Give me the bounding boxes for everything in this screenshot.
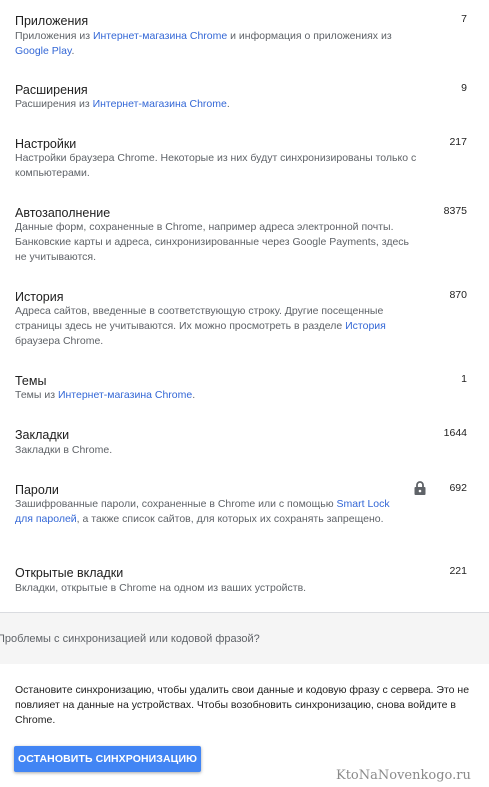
item-count: 692 <box>449 482 467 494</box>
stop-sync-description: Остановите синхронизацию, чтобы удалить … <box>15 684 470 726</box>
item-title: Пароли <box>15 483 59 497</box>
item-description: Вкладки, открытые в Chrome на одном из в… <box>15 581 420 596</box>
item-title: История <box>15 290 64 304</box>
description-text: Данные форм, сохраненные в Chrome, напри… <box>15 221 410 263</box>
description-text: Приложения из <box>15 30 93 42</box>
item-title: Расширения <box>15 83 88 97</box>
item-description: Закладки в Chrome. <box>15 443 420 458</box>
sync-problems-link[interactable]: Проблемы с синхронизацией или кодовой фр… <box>0 632 260 646</box>
item-title: Темы <box>15 374 47 388</box>
item-count: 870 <box>449 289 467 301</box>
description-text: . <box>71 45 75 57</box>
item-description: Зашифрованные пароли, сохраненные в Chro… <box>15 497 395 527</box>
description-text: Настройки браузера Chrome. Некоторые из … <box>15 152 417 179</box>
description-text: Адреса сайтов, введенные в соответствующ… <box>15 305 384 332</box>
item-count: 1644 <box>443 427 467 439</box>
stop-sync-button[interactable]: ОСТАНОВИТЬ СИНХРОНИЗАЦИЮ <box>14 746 201 772</box>
item-count: 1 <box>461 373 467 385</box>
item-title: Открытые вкладки <box>15 566 124 580</box>
description-text: . <box>226 98 230 110</box>
description-text: Зашифрованные пароли, сохраненные в Chro… <box>15 498 337 510</box>
item-count: 221 <box>449 565 467 577</box>
description-text: Вкладки, открытые в Chrome на одном из в… <box>15 582 307 594</box>
item-count: 8375 <box>443 205 467 217</box>
description-text: . <box>192 389 196 401</box>
item-count: 217 <box>449 136 467 148</box>
item-description: Настройки браузера Chrome. Некоторые из … <box>15 151 420 181</box>
description-link[interactable]: Интернет-магазина Chrome <box>93 98 227 110</box>
item-title: Приложения <box>15 14 89 28</box>
item-count: 9 <box>461 82 467 94</box>
item-title: Автозаполнение <box>15 206 111 220</box>
description-text: браузера Chrome. <box>15 335 104 347</box>
description-text: Расширения из <box>15 98 93 110</box>
item-title: Закладки <box>15 428 70 442</box>
item-description: Темы из Интернет-магазина Chrome. <box>15 388 420 403</box>
item-count: 7 <box>461 13 467 25</box>
description-link[interactable]: История <box>345 320 386 332</box>
description-text: и информация о приложениях из <box>227 30 392 42</box>
description-link[interactable]: Google Play <box>15 45 71 57</box>
item-description: Адреса сайтов, введенные в соответствующ… <box>15 304 420 349</box>
item-description: Расширения из Интернет-магазина Chrome. <box>15 97 420 112</box>
description-link[interactable]: Интернет-магазина Chrome <box>93 30 227 42</box>
item-description: Приложения из Интернет-магазина Chrome и… <box>15 29 420 59</box>
description-text: , а также список сайтов, для которых их … <box>76 513 384 525</box>
description-text: Темы из <box>15 389 58 401</box>
item-title: Настройки <box>15 137 77 151</box>
item-description: Данные форм, сохраненные в Chrome, напри… <box>15 220 420 265</box>
watermark: KtoNaNovenkogo.ru <box>336 768 471 783</box>
description-text: Закладки в Chrome. <box>15 444 113 456</box>
description-link[interactable]: Интернет-магазина Chrome <box>58 389 192 401</box>
